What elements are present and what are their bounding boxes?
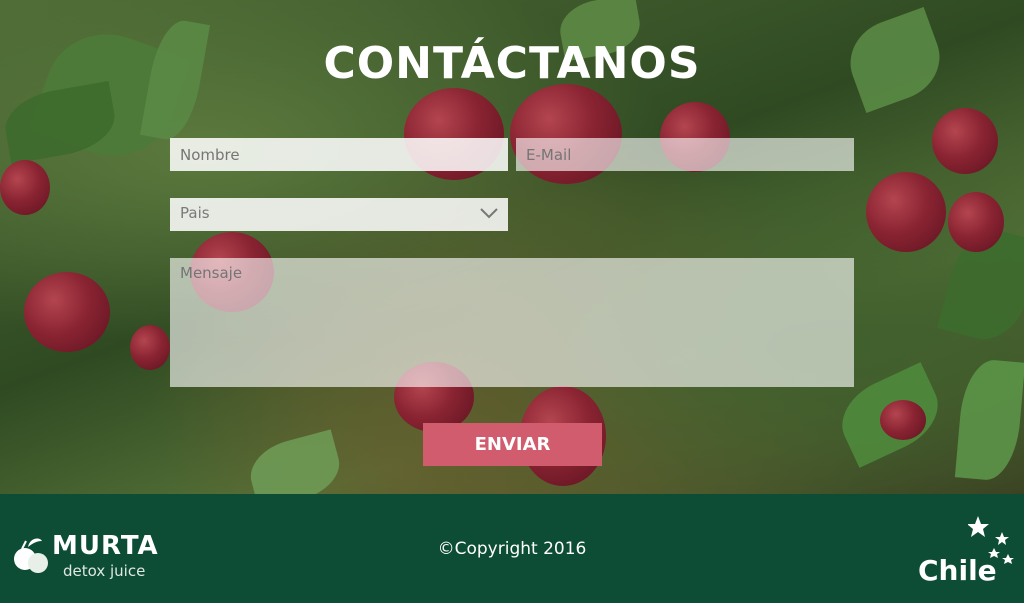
berry-decoration xyxy=(0,160,50,215)
name-field[interactable] xyxy=(170,138,508,171)
page-title: CONTÁCTANOS xyxy=(323,38,701,89)
partner-logo-text: Chile xyxy=(918,554,997,587)
leaf-decoration xyxy=(243,429,347,494)
submit-button[interactable]: ENVIAR xyxy=(423,423,602,466)
copyright-text: ©Copyright 2016 xyxy=(437,539,587,559)
chevron-down-icon xyxy=(480,208,498,219)
berry-decoration xyxy=(866,172,946,252)
berry-decoration xyxy=(24,272,110,352)
berry-decoration xyxy=(130,325,170,370)
country-select-value: Pais xyxy=(180,204,210,222)
email-field[interactable] xyxy=(516,138,854,171)
brand-tagline: detox juice xyxy=(63,562,146,580)
leaf-decoration xyxy=(954,357,1024,483)
country-select[interactable]: Pais xyxy=(170,198,508,231)
berry-decoration xyxy=(932,108,998,174)
berry-decoration xyxy=(948,192,1004,252)
partner-logo[interactable]: Chile xyxy=(916,514,1016,594)
berry-decoration xyxy=(880,400,926,440)
message-field[interactable] xyxy=(170,258,854,387)
